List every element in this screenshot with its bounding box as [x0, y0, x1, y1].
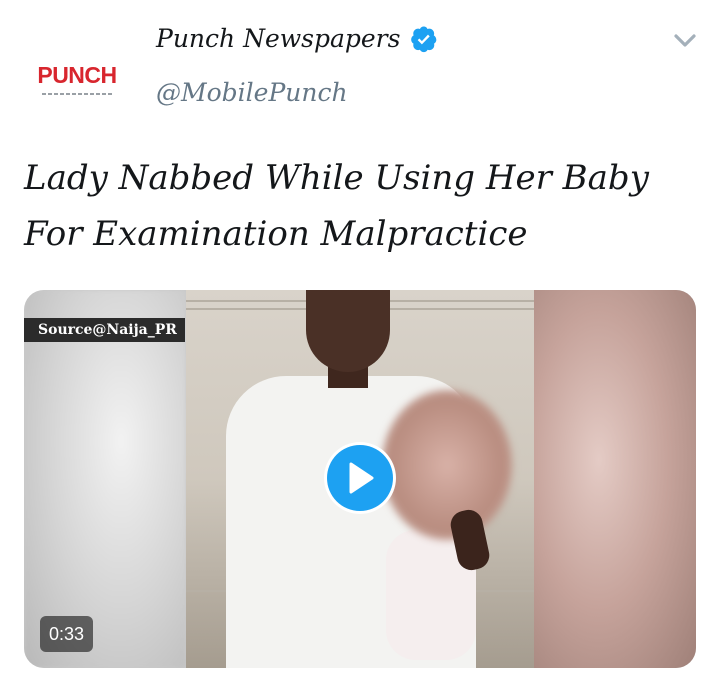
verified-badge-icon: [411, 26, 437, 52]
punch-logo: PUNCH: [37, 61, 117, 88]
tweet-text: Lady Nabbed While Using Her Baby For Exa…: [24, 158, 649, 254]
author-handle[interactable]: @MobilePunch: [156, 78, 348, 107]
avatar[interactable]: PUNCH: [24, 26, 130, 132]
video-player[interactable]: Source@Naija_PR 0:33: [24, 290, 696, 668]
play-button[interactable]: [324, 442, 396, 514]
author-name-row[interactable]: Punch Newspapers: [156, 24, 438, 53]
play-button-circle: [327, 445, 393, 511]
source-watermark: Source@Naija_PR: [24, 318, 185, 342]
video-subject-head: [306, 290, 390, 372]
play-icon: [349, 462, 374, 494]
tweet-header: PUNCH Punch Newspapers @MobilePunch: [0, 0, 720, 132]
video-baby-blurred: [382, 390, 512, 540]
video-blur-left: [24, 290, 186, 668]
chevron-down-icon[interactable]: [672, 30, 698, 52]
duration-badge: 0:33: [40, 616, 94, 652]
video-blur-right: [534, 290, 696, 668]
author-display-name[interactable]: Punch Newspapers: [156, 24, 400, 53]
logo-tagline: [42, 92, 112, 95]
